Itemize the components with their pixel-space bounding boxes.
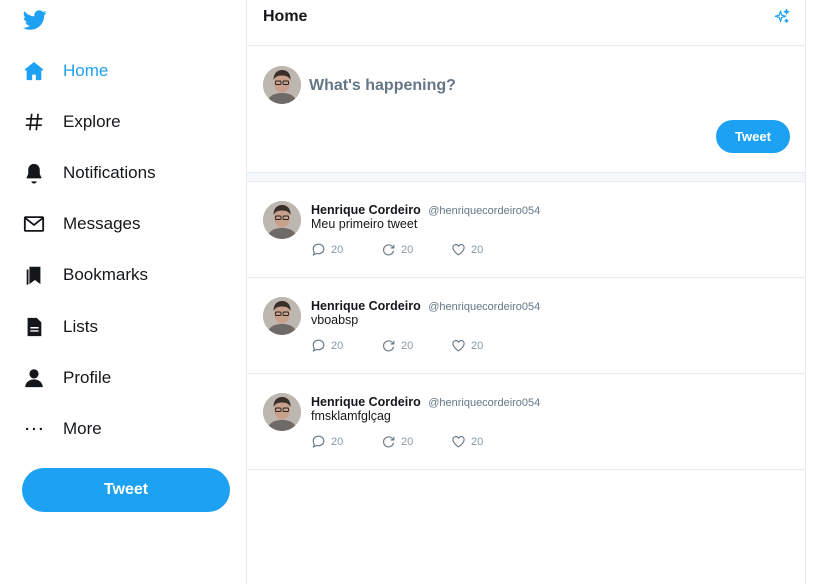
retweet-count: 20 (401, 339, 414, 352)
heart-icon (452, 339, 465, 352)
like-count: 20 (471, 435, 484, 448)
bookmark-icon (22, 263, 46, 287)
reply-count: 20 (331, 435, 344, 448)
tweet-text: vboabsp (311, 313, 359, 327)
envelope-icon (22, 212, 46, 236)
reply-icon (312, 339, 325, 352)
sidebar: Home Explore Notifications Messages Book… (0, 0, 246, 584)
more-dots-icon (22, 417, 46, 441)
like-button[interactable]: 20 (451, 338, 521, 353)
sidebar-item-label: Explore (63, 112, 121, 131)
tweet-text: fmsklamfglçag (311, 409, 391, 423)
tweet-actions: 20 20 20 (311, 242, 521, 257)
sidebar-tweet-button[interactable]: Tweet (22, 468, 230, 512)
tweet-actions: 20 20 20 (311, 338, 521, 353)
bell-icon (22, 161, 46, 185)
sidebar-item-lists[interactable]: Lists (22, 312, 98, 342)
sidebar-item-home[interactable]: Home (22, 56, 108, 86)
hashtag-icon (22, 110, 46, 134)
retweet-icon (383, 340, 395, 352)
compose-field-wrapper (309, 72, 779, 100)
reply-icon (312, 435, 325, 448)
sidebar-item-messages[interactable]: Messages (22, 209, 140, 239)
tweet-author-name[interactable]: Henrique Cordeiro (311, 203, 421, 217)
like-count: 20 (471, 339, 484, 352)
heart-icon (452, 243, 465, 256)
retweet-icon (383, 244, 395, 256)
person-icon (22, 366, 46, 390)
sidebar-item-notifications[interactable]: Notifications (22, 158, 156, 188)
sidebar-item-more[interactable]: More (22, 414, 102, 444)
sidebar-item-label: Bookmarks (63, 265, 149, 284)
section-divider (247, 172, 805, 182)
home-icon (22, 59, 46, 83)
retweet-count: 20 (401, 435, 414, 448)
retweet-count: 20 (401, 243, 414, 256)
main-timeline: Home Tweet (246, 0, 806, 584)
tweet-author-handle[interactable]: @henriquecordeiro054 (428, 205, 540, 217)
sidebar-item-label: Lists (63, 317, 98, 336)
retweet-button[interactable]: 20 (381, 242, 451, 257)
reply-button[interactable]: 20 (311, 242, 381, 257)
like-button[interactable]: 20 (451, 434, 521, 449)
page-title: Home (263, 8, 308, 25)
tweet-author-name[interactable]: Henrique Cordeiro (311, 395, 421, 409)
like-count: 20 (471, 243, 484, 256)
tweet-author-handle[interactable]: @henriquecordeiro054 (428, 301, 540, 313)
tweet-author-handle[interactable]: @henriquecordeiro054 (428, 397, 540, 409)
twitter-bird-icon[interactable] (22, 8, 48, 32)
reply-count: 20 (331, 339, 344, 352)
avatar[interactable] (263, 297, 301, 335)
retweet-button[interactable]: 20 (381, 338, 451, 353)
sidebar-item-label: Notifications (63, 163, 156, 182)
avatar[interactable] (263, 66, 301, 104)
compose-tweet-button[interactable]: Tweet (716, 120, 790, 153)
retweet-button[interactable]: 20 (381, 434, 451, 449)
reply-button[interactable]: 20 (311, 434, 381, 449)
reply-count: 20 (331, 243, 344, 256)
tweet-item[interactable]: Henrique Cordeiro @henriquecordeiro054 M… (247, 182, 805, 278)
retweet-icon (383, 436, 395, 448)
avatar[interactable] (263, 201, 301, 239)
sidebar-item-profile[interactable]: Profile (22, 363, 111, 393)
tweet-actions: 20 20 20 (311, 434, 521, 449)
timeline-header: Home (247, 0, 805, 46)
sparkle-icon[interactable] (773, 8, 791, 26)
tweet-text: Meu primeiro tweet (311, 217, 418, 231)
tweet-item[interactable]: Henrique Cordeiro @henriquecordeiro054 f… (247, 374, 805, 470)
sidebar-item-label: More (63, 419, 102, 438)
compose-input[interactable] (309, 72, 779, 100)
reply-button[interactable]: 20 (311, 338, 381, 353)
tweet-author-name[interactable]: Henrique Cordeiro (311, 299, 421, 313)
tweet-composer: Tweet (247, 46, 805, 172)
tweet-item[interactable]: Henrique Cordeiro @henriquecordeiro054 v… (247, 278, 805, 374)
sidebar-item-bookmarks[interactable]: Bookmarks (22, 260, 148, 290)
list-icon (22, 315, 46, 339)
sidebar-item-explore[interactable]: Explore (22, 107, 121, 137)
sidebar-item-label: Home (63, 61, 109, 80)
like-button[interactable]: 20 (451, 242, 521, 257)
sidebar-item-label: Profile (63, 368, 112, 387)
heart-icon (452, 435, 465, 448)
tweet-feed: Henrique Cordeiro @henriquecordeiro054 M… (247, 182, 805, 470)
reply-icon (312, 243, 325, 256)
sidebar-item-label: Messages (63, 214, 141, 233)
avatar[interactable] (263, 393, 301, 431)
